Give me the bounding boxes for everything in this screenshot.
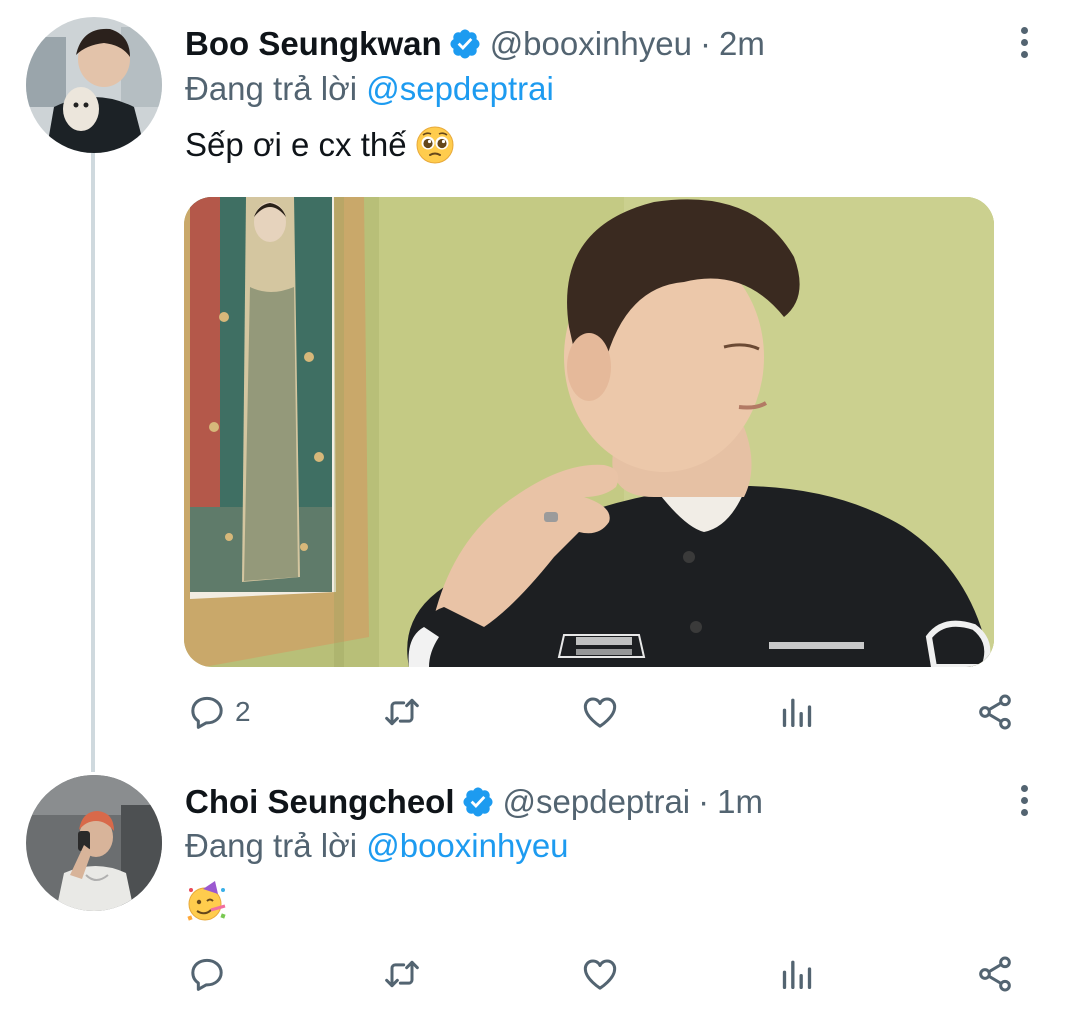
share-button[interactable]	[975, 692, 1015, 732]
replying-to-label: Đang trả lời	[185, 70, 358, 107]
retweet-button[interactable]	[382, 954, 422, 994]
share-icon	[979, 956, 1011, 992]
analytics-button[interactable]	[777, 692, 817, 732]
reply-icon	[191, 958, 223, 991]
timestamp[interactable]: 2m	[719, 25, 765, 63]
replying-to-mention[interactable]: @booxinhyeu	[366, 827, 568, 864]
handle[interactable]: @sepdeptrai	[503, 783, 691, 821]
display-name[interactable]: Choi Seungcheol	[185, 783, 455, 821]
retweet-button[interactable]	[382, 692, 422, 732]
more-options-icon[interactable]	[1008, 780, 1040, 820]
analytics-button[interactable]	[777, 954, 817, 994]
tweet-text	[185, 880, 229, 924]
analytics-icon	[782, 698, 812, 727]
separator-dot: ·	[698, 783, 710, 820]
retweet-icon	[385, 698, 419, 726]
replying-to-label: Đang trả lời	[185, 827, 358, 864]
tweet-header: Boo Seungkwan @booxinhyeu · 2m	[185, 22, 765, 66]
partying-face-icon	[185, 880, 229, 924]
analytics-icon	[782, 960, 812, 989]
replying-to-mention[interactable]: @sepdeptrai	[366, 70, 554, 107]
replying-to: Đang trả lời @booxinhyeu	[185, 827, 569, 865]
share-icon	[979, 694, 1011, 730]
like-icon	[583, 697, 617, 728]
tweet-choi-seungcheol[interactable]: Choi Seungcheol @sepdeptrai · 1m Đang tr…	[0, 760, 1080, 1014]
reply-icon	[191, 696, 223, 729]
tweet-header: Choi Seungcheol @sepdeptrai · 1m	[185, 780, 763, 824]
verified-badge-icon	[448, 27, 482, 61]
timestamp[interactable]: 1m	[717, 783, 763, 821]
tweet-actions: 2	[0, 687, 1080, 737]
like-button[interactable]	[580, 692, 620, 732]
pleading-face-icon	[415, 125, 455, 165]
display-name[interactable]: Boo Seungkwan	[185, 25, 442, 63]
tweet-text: Sếp ơi e cx thế	[185, 125, 455, 165]
avatar[interactable]	[26, 17, 162, 153]
tweet-boo-seungkwan[interactable]: Boo Seungkwan @booxinhyeu · 2m Đang trả …	[0, 0, 1080, 760]
handle[interactable]: @booxinhyeu	[490, 25, 692, 63]
reply-button[interactable]: 2	[187, 692, 251, 732]
like-button[interactable]	[580, 954, 620, 994]
replying-to: Đang trả lời @sepdeptrai	[185, 70, 554, 108]
tweet-actions	[0, 952, 1080, 1002]
tweet-text-content: Sếp ơi e cx thế	[185, 126, 407, 163]
tweet-media-image[interactable]	[184, 197, 994, 667]
separator-dot: ·	[700, 25, 711, 62]
like-icon	[583, 959, 617, 990]
share-button[interactable]	[975, 954, 1015, 994]
reply-button[interactable]	[187, 954, 227, 994]
retweet-icon	[385, 960, 419, 988]
more-options-icon[interactable]	[1008, 22, 1040, 62]
avatar[interactable]	[26, 775, 162, 911]
reply-count: 2	[235, 696, 251, 727]
verified-badge-icon	[461, 785, 495, 819]
